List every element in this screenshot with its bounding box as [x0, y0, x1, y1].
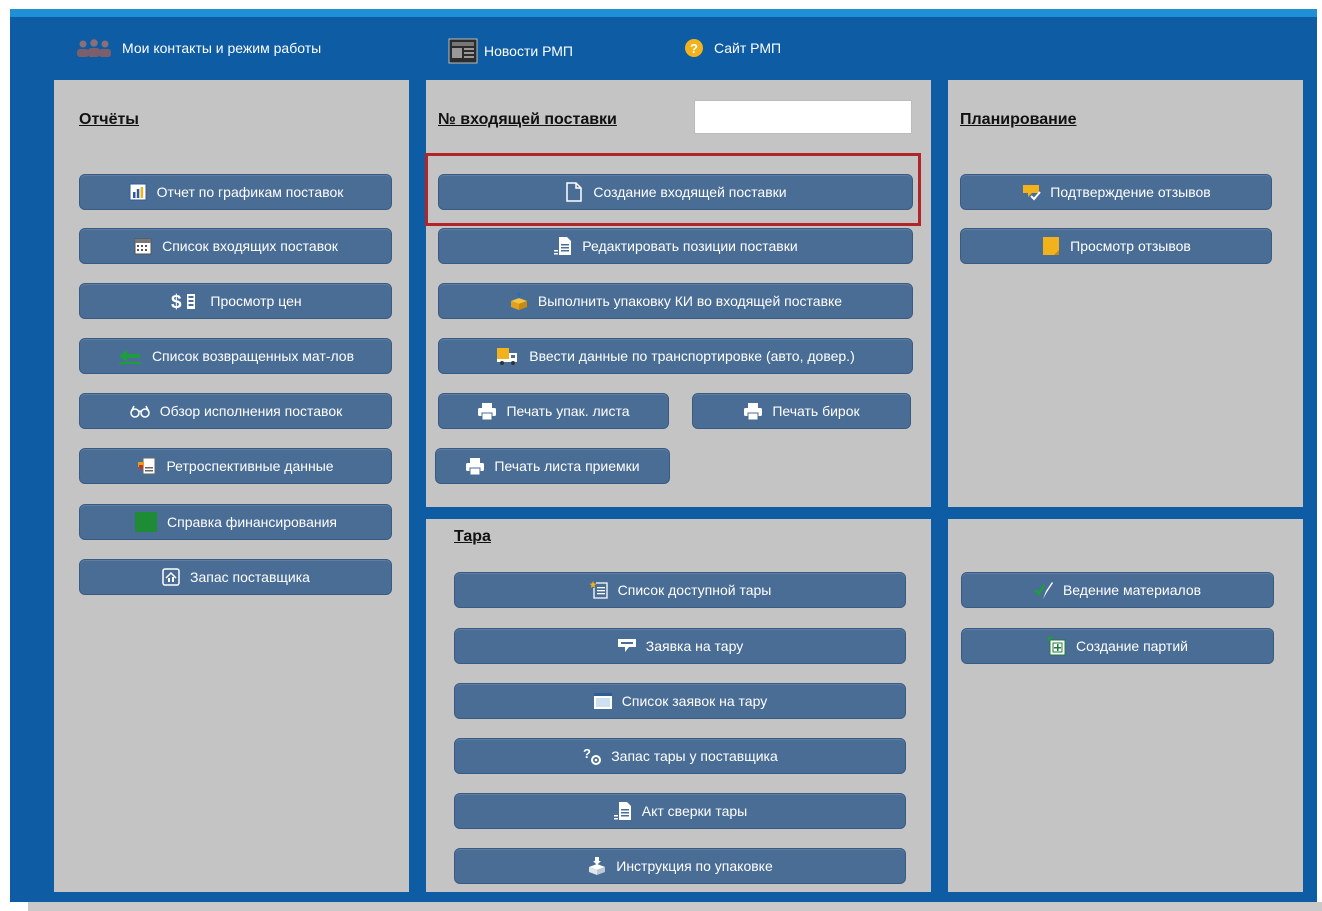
available-tara-list-button[interactable]: Список доступной тары — [454, 572, 906, 608]
truck-icon — [496, 346, 520, 366]
delivery-number-label: № входящей поставки — [438, 111, 617, 128]
edit-doc-icon — [553, 236, 573, 256]
incoming-deliveries-list-button[interactable]: Список входящих поставок — [79, 228, 392, 264]
contacts-link-label: Мои контакты и режим работы — [122, 40, 322, 56]
package-icon — [509, 291, 529, 311]
pack-delivery-label: Выполнить упаковку КИ во входящей постав… — [537, 293, 843, 309]
supplier-stock-button[interactable]: Запас поставщика — [79, 559, 392, 595]
schedule-report-label: Отчет по графикам поставок — [156, 184, 344, 200]
confirm-feedback-label: Подтверждение отзывов — [1050, 184, 1211, 200]
green-square-icon — [134, 510, 158, 534]
returned-materials-label: Список возвращенных мат-лов — [151, 348, 355, 364]
view-feedback-button[interactable]: Просмотр отзывов — [960, 228, 1272, 264]
reports-heading: Отчёты — [79, 111, 139, 128]
tara-request-label: Заявка на тару — [645, 638, 744, 654]
incoming-deliveries-list-label: Список входящих поставок — [162, 238, 338, 254]
stock-icon — [161, 567, 181, 587]
glasses-icon — [129, 401, 151, 421]
svg-text:?: ? — [583, 746, 591, 761]
contacts-link[interactable]: Мои контакты и режим работы — [76, 38, 321, 58]
pack-delivery-button[interactable]: Выполнить упаковку КИ во входящей постав… — [438, 283, 913, 319]
supplier-stock-label: Запас поставщика — [190, 569, 310, 585]
transport-data-button[interactable]: Ввести данные по транспортировке (авто, … — [438, 338, 913, 374]
check-pen-icon — [1034, 580, 1054, 600]
create-batches-button[interactable]: Создание партий — [961, 628, 1274, 664]
calendar-icon — [133, 236, 153, 256]
print-packing-list-label: Печать упак. листа — [506, 403, 630, 419]
return-arrow-icon — [117, 346, 143, 366]
edit-delivery-items-button[interactable]: Редактировать позиции поставки — [438, 228, 913, 264]
box-instruction-icon — [587, 856, 607, 876]
question-gear-icon: ? — [582, 746, 602, 766]
print-tags-label: Печать бирок — [772, 403, 860, 419]
history-doc-icon — [137, 456, 157, 476]
financing-report-button[interactable]: Справка финансирования — [79, 504, 392, 540]
edit-delivery-items-label: Редактировать позиции поставки — [582, 238, 798, 254]
view-prices-button[interactable]: $ Просмотр цен — [79, 283, 392, 319]
print-tags-button[interactable]: Печать бирок — [692, 393, 911, 429]
bottom-scroll-strip — [28, 902, 1322, 911]
window-icon — [593, 691, 613, 711]
planning-panel — [948, 80, 1303, 507]
tara-request-button[interactable]: Заявка на тару — [454, 628, 906, 664]
delivery-number-input[interactable] — [694, 100, 912, 134]
svg-text:$: $ — [171, 292, 182, 311]
view-prices-label: Просмотр цен — [210, 293, 302, 309]
dollar-icon: $ — [169, 291, 201, 311]
printer-icon — [465, 456, 485, 476]
view-feedback-label: Просмотр отзывов — [1070, 238, 1191, 254]
print-acceptance-sheet-button[interactable]: Печать листа приемки — [435, 448, 670, 484]
transport-data-label: Ввести данные по транспортировке (авто, … — [529, 348, 855, 364]
edit-doc-icon — [613, 801, 633, 821]
schedule-report-button[interactable]: Отчет по графикам поставок — [79, 174, 392, 210]
news-link[interactable]: Новости РМП — [448, 38, 573, 64]
returned-materials-button[interactable]: Список возвращенных мат-лов — [79, 338, 392, 374]
speech-bubble-icon — [617, 636, 637, 656]
note-icon — [1041, 236, 1061, 256]
people-icon — [76, 38, 112, 58]
news-link-label: Новости РМП — [484, 43, 573, 59]
create-batch-icon — [1047, 636, 1067, 656]
tara-requests-list-button[interactable]: Список заявок на тару — [454, 683, 906, 719]
tara-requests-list-label: Список заявок на тару — [621, 693, 768, 709]
materials-management-label: Ведение материалов — [1062, 582, 1202, 598]
packing-instruction-button[interactable]: Инструкция по упаковке — [454, 848, 906, 884]
delivery-performance-label: Обзор исполнения поставок — [159, 403, 343, 419]
financing-report-label: Справка финансирования — [167, 514, 337, 530]
create-batches-label: Создание партий — [1076, 638, 1188, 654]
tara-heading: Тара — [454, 528, 491, 545]
print-packing-list-button[interactable]: Печать упак. листа — [438, 393, 669, 429]
printer-icon — [477, 401, 497, 421]
tara-reconciliation-button[interactable]: Акт сверки тары — [454, 793, 906, 829]
tara-reconciliation-label: Акт сверки тары — [641, 803, 748, 819]
delivery-performance-button[interactable]: Обзор исполнения поставок — [79, 393, 392, 429]
chart-icon — [128, 182, 148, 202]
create-delivery-label: Создание входящей поставки — [593, 184, 787, 200]
create-delivery-button[interactable]: Создание входящей поставки — [438, 174, 913, 210]
available-tara-list-label: Список доступной тары — [617, 582, 772, 598]
planning-heading: Планирование — [960, 111, 1077, 128]
newspaper-icon — [448, 38, 478, 64]
print-acceptance-sheet-label: Печать листа приемки — [494, 458, 640, 474]
retrospective-data-button[interactable]: Ретроспективные данные — [79, 448, 392, 484]
materials-management-button[interactable]: Ведение материалов — [961, 572, 1274, 608]
site-link-label: Сайт РМП — [714, 40, 782, 56]
feedback-confirm-icon — [1021, 182, 1042, 202]
list-star-icon — [589, 580, 609, 600]
supplier-tara-stock-label: Запас тары у поставщика — [611, 748, 778, 764]
site-link[interactable]: ? Сайт РМП — [684, 38, 781, 58]
supplier-tara-stock-button[interactable]: ? Запас тары у поставщика — [454, 738, 906, 774]
document-icon — [564, 182, 584, 202]
packing-instruction-label: Инструкция по упаковке — [616, 858, 773, 874]
top-whitespace — [0, 0, 1322, 9]
svg-text:?: ? — [690, 41, 698, 56]
help-circle-icon: ? — [684, 38, 704, 58]
confirm-feedback-button[interactable]: Подтверждение отзывов — [960, 174, 1272, 210]
retrospective-data-label: Ретроспективные данные — [166, 458, 334, 474]
printer-icon — [743, 401, 763, 421]
